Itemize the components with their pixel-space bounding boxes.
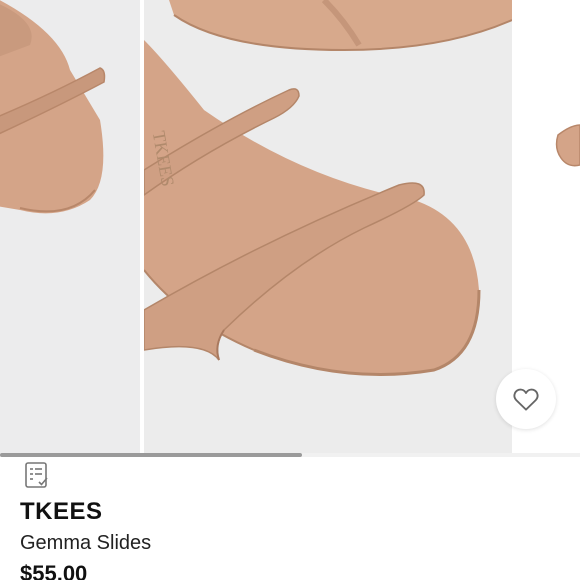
sandal-photo-partial (0, 0, 106, 214)
brand-name[interactable]: TKEES (20, 498, 103, 526)
carousel-image-2[interactable]: TKEES (144, 0, 512, 453)
image-carousel[interactable]: TKEES (0, 0, 580, 453)
product-price: $55.00 (20, 561, 88, 580)
heart-outline-icon (513, 388, 539, 411)
carousel-scrollbar[interactable] (0, 453, 580, 457)
sandal-photo-main: TKEES (144, 0, 512, 376)
like-button[interactable] (496, 369, 556, 429)
product-title: Gemma Slides (20, 532, 152, 554)
carousel-scroll-thumb[interactable] (0, 453, 302, 457)
listing-details-icon[interactable] (22, 460, 52, 490)
carousel-image-1[interactable] (0, 0, 140, 453)
